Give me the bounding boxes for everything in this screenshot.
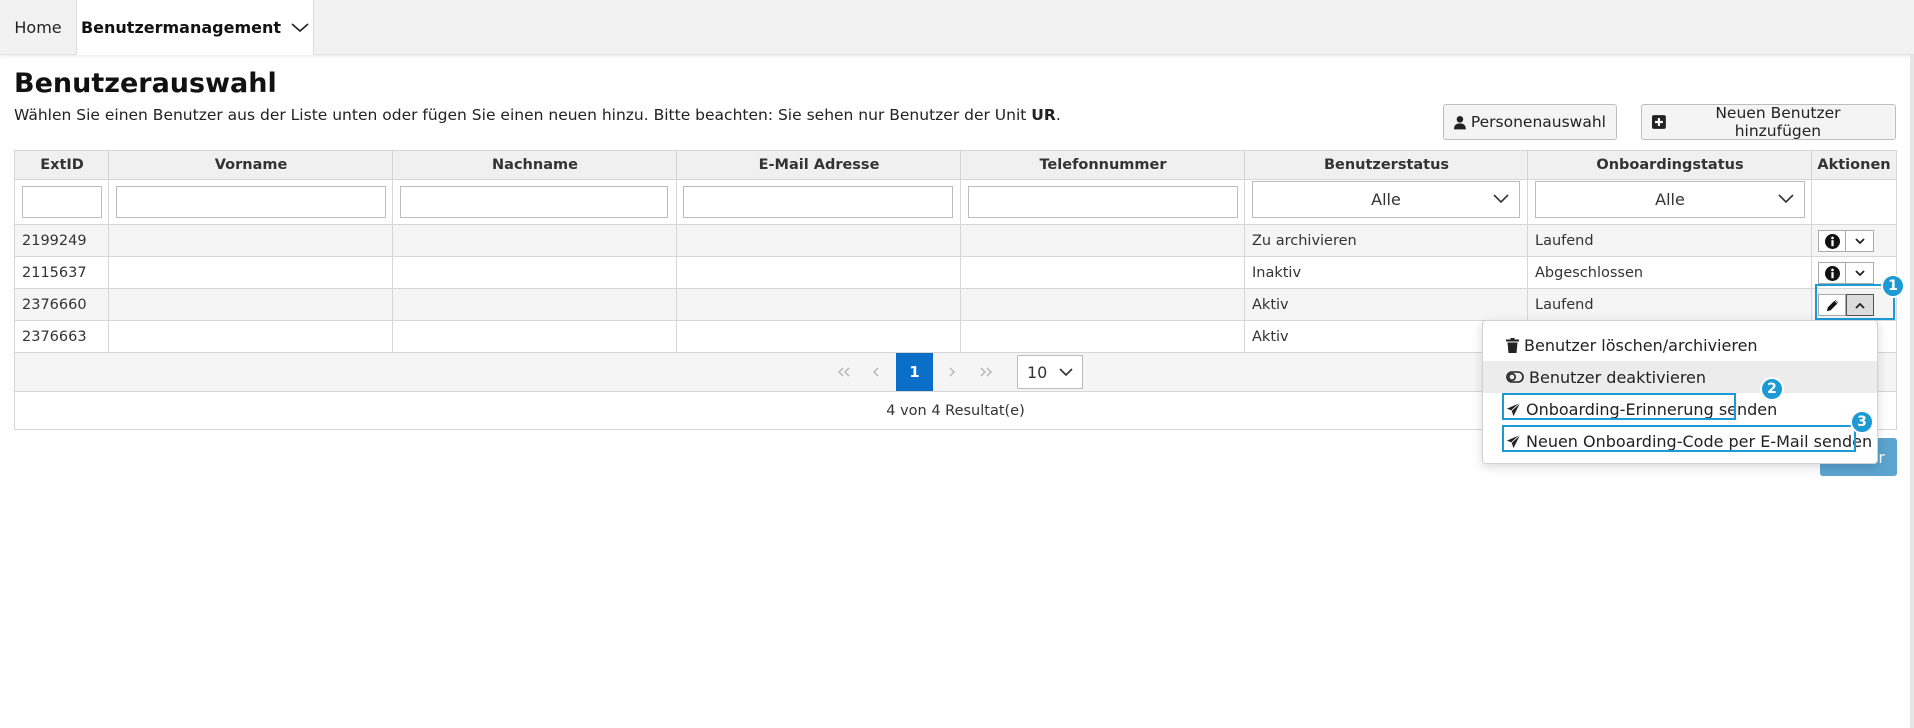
column-divider xyxy=(1244,151,1245,353)
nav-benutzermanagement-tab[interactable]: Benutzermanagement xyxy=(76,0,314,55)
column-divider xyxy=(960,151,961,353)
chevron-down-icon xyxy=(1778,194,1794,204)
unit-name: UR xyxy=(1031,106,1056,124)
actions-dropdown-toggle[interactable] xyxy=(1846,262,1874,284)
cell-user-status: Inaktiv xyxy=(1252,264,1302,281)
table-header-row: ExtID Vorname Nachname E-Mail Adresse Te… xyxy=(15,151,1896,180)
trash-icon xyxy=(1506,337,1519,353)
highlight-box-reminder xyxy=(1502,393,1736,420)
chevron-down-icon xyxy=(291,22,309,32)
cell-extid: 2199249 xyxy=(22,232,87,249)
row-actions xyxy=(1818,230,1874,252)
cell-onboarding-status: Laufend xyxy=(1535,232,1594,249)
row-actions xyxy=(1818,262,1874,284)
first-page-icon[interactable] xyxy=(829,353,859,391)
column-divider xyxy=(676,151,677,353)
top-navigation: Home Benutzermanagement xyxy=(0,0,1914,55)
column-divider xyxy=(392,151,393,353)
filter-user-status-select[interactable]: Alle xyxy=(1252,181,1520,218)
col-header-onboarding-status[interactable]: Onboardingstatus xyxy=(1528,151,1812,179)
page-size-select[interactable]: 10 xyxy=(1017,355,1083,389)
nav-home-link[interactable]: Home xyxy=(0,0,76,54)
actions-dropdown-toggle[interactable] xyxy=(1846,230,1874,252)
description-text: Wählen Sie einen Benutzer aus der Liste … xyxy=(14,106,1032,124)
prev-page-icon[interactable] xyxy=(861,353,891,391)
filter-email-input[interactable] xyxy=(683,186,953,218)
annotation-badge-3: 3 xyxy=(1850,410,1874,434)
cell-extid: 2376663 xyxy=(22,328,87,345)
cell-extid: 2115637 xyxy=(22,264,87,281)
col-header-user-status[interactable]: Benutzerstatus xyxy=(1245,151,1528,179)
page-size-value: 10 xyxy=(1027,362,1048,382)
table-row[interactable]: 2115637 Inaktiv Abgeschlossen xyxy=(15,257,1896,289)
nav-active-label: Benutzermanagement xyxy=(80,18,282,37)
filter-extid-input[interactable] xyxy=(22,186,102,218)
table-row[interactable]: 2199249 Zu archivieren Laufend xyxy=(15,225,1896,257)
menu-item-label: Benutzer löschen/archivieren xyxy=(1524,335,1758,355)
cell-extid: 2376660 xyxy=(22,296,87,313)
cell-user-status: Aktiv xyxy=(1252,296,1289,313)
highlight-box-new-code xyxy=(1502,425,1856,452)
cell-onboarding-status: Abgeschlossen xyxy=(1535,264,1644,281)
person-selection-button[interactable]: Personenauswahl xyxy=(1443,104,1617,140)
filter-onboarding-status-select[interactable]: Alle xyxy=(1535,181,1805,218)
col-header-extid[interactable]: ExtID xyxy=(15,151,109,179)
col-header-phone[interactable]: Telefonnummer xyxy=(961,151,1245,179)
plus-square-icon xyxy=(1652,115,1666,129)
col-header-lastname[interactable]: Nachname xyxy=(393,151,677,179)
add-user-label: Neuen Benutzer hinzufügen xyxy=(1715,104,1841,140)
filter-phone-input[interactable] xyxy=(968,186,1238,218)
add-user-button[interactable]: Neuen Benutzer hinzufügen xyxy=(1641,104,1896,140)
annotation-badge-1: 1 xyxy=(1881,274,1905,298)
info-button[interactable] xyxy=(1818,262,1846,284)
description-end: . xyxy=(1055,106,1061,124)
page-description: Wählen Sie einen Benutzer aus der Liste … xyxy=(14,106,1061,124)
page-title: Benutzerauswahl xyxy=(14,68,277,99)
chevron-down-icon xyxy=(1059,368,1073,377)
annotation-badge-2: 2 xyxy=(1760,377,1784,401)
filter-firstname-input[interactable] xyxy=(116,186,386,218)
info-button[interactable] xyxy=(1818,230,1846,252)
menu-item-delete-archive[interactable]: Benutzer löschen/archivieren xyxy=(1483,329,1877,361)
col-header-actions: Aktionen xyxy=(1817,157,1891,173)
page-button-current[interactable]: 1 xyxy=(896,353,933,391)
info-circle-icon xyxy=(1824,233,1840,249)
cell-onboarding-status: Laufend xyxy=(1535,296,1594,313)
menu-item-label: Benutzer deaktivieren xyxy=(1529,367,1707,387)
cell-user-status: Zu archivieren xyxy=(1252,232,1357,249)
scrollbar-track[interactable] xyxy=(1910,54,1914,728)
menu-item-deactivate[interactable]: Benutzer deaktivieren xyxy=(1483,361,1877,393)
user-icon xyxy=(1454,115,1466,129)
column-divider xyxy=(108,151,109,353)
next-page-icon[interactable] xyxy=(937,353,967,391)
nav-home-label: Home xyxy=(14,17,62,37)
info-circle-icon xyxy=(1824,265,1840,281)
table-row[interactable]: 2376660 Aktiv Laufend xyxy=(15,289,1896,321)
filter-onboarding-status-value: Alle xyxy=(1655,190,1685,209)
toggle-off-icon xyxy=(1506,371,1524,383)
filter-user-status-value: Alle xyxy=(1371,190,1401,209)
last-page-icon[interactable] xyxy=(971,353,1001,391)
chevron-down-icon xyxy=(1854,269,1865,276)
person-selection-label: Personenauswahl xyxy=(1470,113,1606,131)
chevron-down-icon xyxy=(1493,194,1509,204)
chevron-down-icon xyxy=(1854,237,1865,244)
hidden-button-label: r xyxy=(1878,447,1885,467)
col-header-firstname[interactable]: Vorname xyxy=(109,151,393,179)
filter-lastname-input[interactable] xyxy=(400,186,668,218)
col-header-email[interactable]: E-Mail Adresse xyxy=(677,151,961,179)
